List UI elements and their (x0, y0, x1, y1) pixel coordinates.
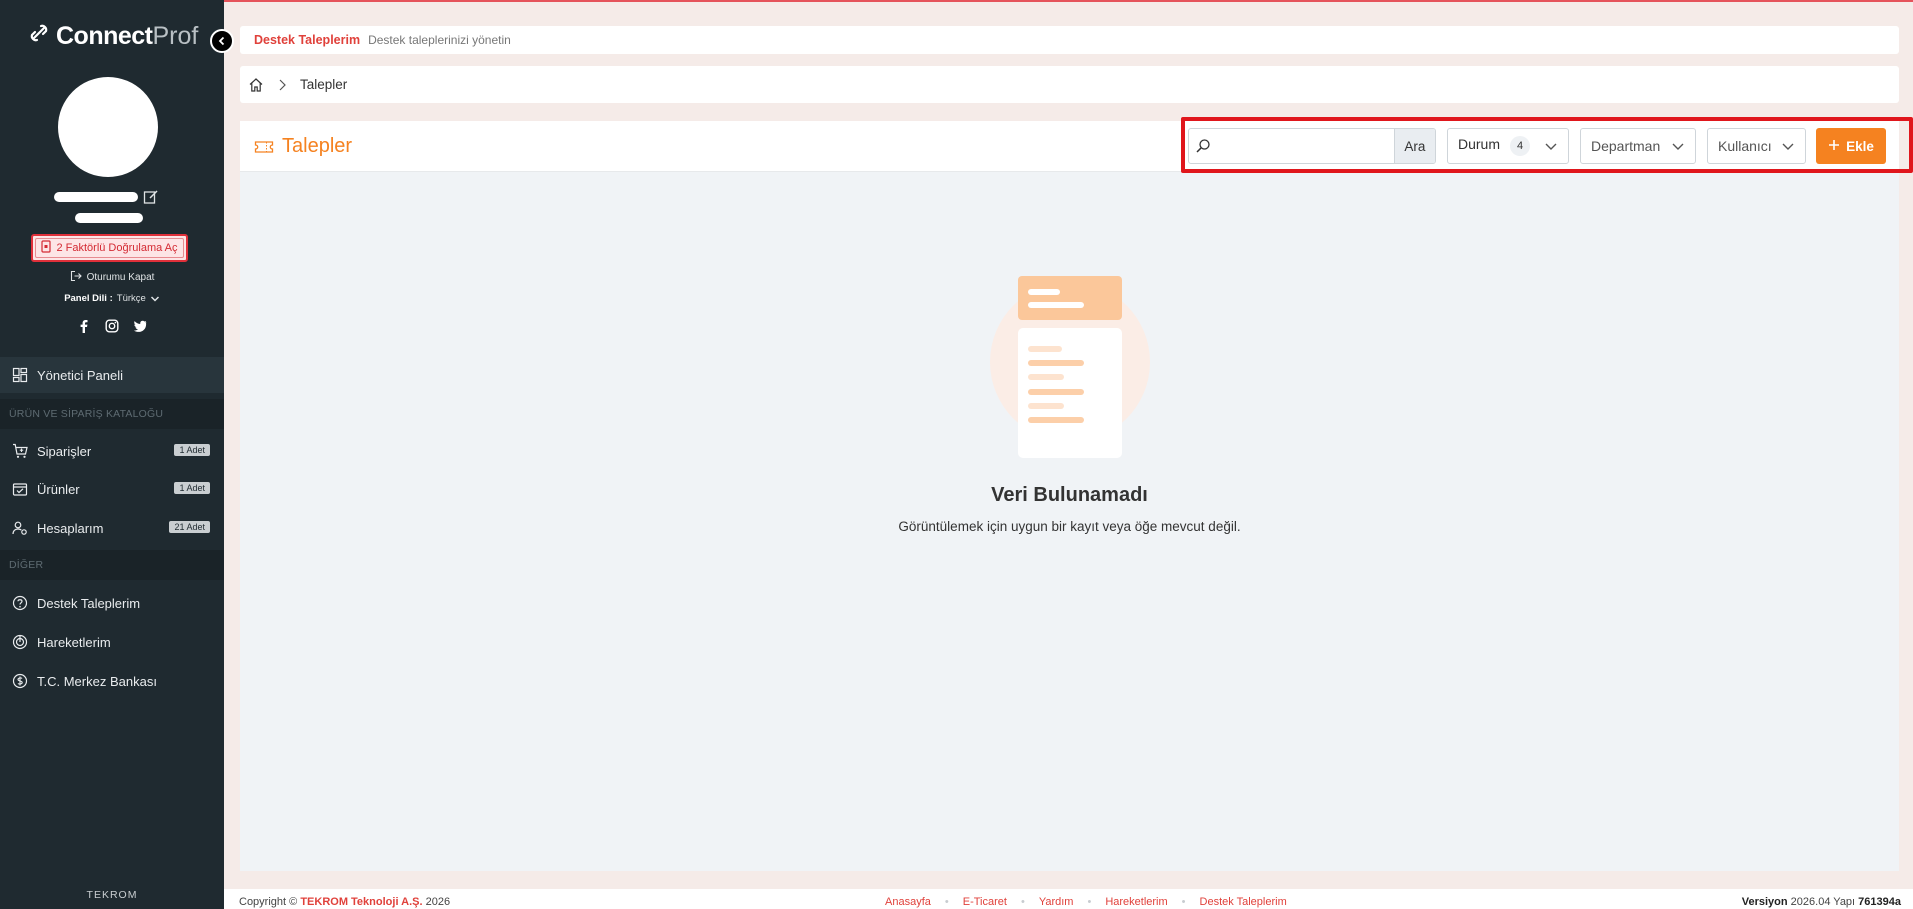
sidebar-item-label: Hesaplarım (37, 520, 104, 536)
home-icon[interactable] (248, 77, 264, 93)
panel-language-label: Panel Dili : (64, 293, 113, 304)
breadcrumb-current: Talepler (300, 77, 348, 92)
facebook-icon[interactable] (77, 319, 91, 333)
avatar[interactable] (58, 77, 158, 177)
sidebar-item-central-bank[interactable]: T.C. Merkez Bankası (0, 663, 224, 699)
chevron-down-icon (1781, 139, 1795, 153)
sidebar-item-support-tickets[interactable]: Destek Taleplerim (0, 585, 224, 621)
user-settings-icon (12, 520, 28, 536)
page-header: Destek Taleplerim Destek taleplerinizi y… (240, 26, 1899, 54)
sidebar-item-label: Siparişler (37, 443, 92, 459)
sidebar-item-label: Ürünler (37, 481, 80, 497)
add-button[interactable]: Ekle (1816, 128, 1886, 164)
chevron-down-icon (1671, 139, 1685, 153)
search-button[interactable]: Ara (1393, 129, 1435, 163)
sidebar-item-label: T.C. Merkez Bankası (37, 673, 157, 689)
social-links (0, 319, 224, 333)
search-group: Ara (1188, 128, 1436, 164)
footer-link-help[interactable]: Yardım (1039, 896, 1074, 908)
brand-name-light: Prof (152, 22, 199, 50)
page-title-text: Talepler (282, 135, 353, 157)
count-badge: 1 Adet (174, 482, 210, 494)
logout-label: Oturumu Kapat (86, 272, 155, 283)
user-filter-dropdown[interactable]: Kullanıcı (1707, 128, 1806, 164)
add-button-label: Ekle (1846, 138, 1874, 154)
footer-company-link[interactable]: TEKROM Teknoloji A.Ş. (300, 896, 422, 908)
sidebar-collapse-button[interactable] (210, 29, 234, 53)
section-label-other: DİĞER (0, 550, 224, 580)
instagram-icon[interactable] (105, 319, 119, 333)
user-filter-label: Kullanıcı (1718, 138, 1772, 154)
enable-2fa-label: 2 Faktörlü Doğrulama Aç (56, 242, 178, 254)
currency-exchange-icon (12, 673, 28, 689)
sidebar-item-label: Destek Taleplerim (37, 595, 141, 611)
footer-link-ecommerce[interactable]: E-Ticaret (963, 896, 1007, 908)
breadcrumb: Talepler (240, 66, 1899, 103)
brand-name-bold: Connect (56, 22, 153, 50)
logout-icon (70, 270, 82, 285)
activity-icon (12, 634, 28, 650)
logout-link[interactable]: Oturumu Kapat (0, 270, 224, 285)
panel-language-selector[interactable]: Panel Dili : Türkçe (0, 293, 224, 304)
status-count-badge: 4 (1510, 136, 1531, 156)
twitter-icon[interactable] (133, 319, 147, 333)
sidebar-item-label: Hareketlerim (37, 634, 111, 650)
footer-link-home[interactable]: Anasayfa (885, 896, 931, 908)
empty-state-title: Veri Bulunamadı (991, 484, 1148, 506)
page-title: Talepler (254, 135, 352, 158)
dashboard-icon (12, 367, 28, 383)
footer-links: Anasayfa • E-Ticaret • Yardım • Hareketl… (885, 896, 1287, 908)
sidebar-item-label: Yönetici Paneli (37, 367, 123, 383)
empty-state-description: Görüntülemek için uygun bir kayıt veya ö… (898, 519, 1241, 534)
panel-language-value: Türkçe (116, 293, 146, 304)
search-input[interactable] (1217, 129, 1394, 163)
status-filter-dropdown[interactable]: Durum 4 (1447, 128, 1569, 164)
connectprof-logo-icon (28, 22, 50, 51)
footer-copyright: Copyright © TEKROM Teknoloji A.Ş. 2026 (239, 896, 451, 908)
edit-profile-icon[interactable] (143, 189, 159, 205)
plus-icon (1828, 139, 1840, 154)
chevron-down-icon (1544, 139, 1558, 153)
logo[interactable]: ConnectProf (28, 22, 198, 51)
user-name-redacted (54, 192, 138, 202)
department-filter-dropdown[interactable]: Departman (1580, 128, 1696, 164)
sidebar-item-orders[interactable]: Siparişler 1 Adet (0, 433, 224, 469)
product-check-icon (12, 481, 28, 497)
footer-link-support[interactable]: Destek Taleplerim (1200, 896, 1287, 908)
department-filter-label: Departman (1591, 138, 1661, 154)
sidebar-item-dashboard[interactable]: Yönetici Paneli (0, 357, 224, 393)
sidebar-item-accounts[interactable]: Hesaplarım 21 Adet (0, 510, 224, 546)
tekrom-brand: TEKROM (86, 889, 138, 901)
help-circle-icon (12, 595, 28, 611)
top-accent-line (224, 0, 1913, 2)
sidebar: ConnectProf 2 Faktörlü Doğrulama Aç Otur… (0, 0, 234, 909)
empty-state-illustration (988, 262, 1152, 462)
user-role-redacted (75, 213, 143, 223)
chevron-left-icon (218, 36, 225, 46)
phone-lock-icon (41, 240, 52, 256)
enable-2fa-button[interactable]: 2 Faktörlü Doğrulama Aç (31, 234, 188, 262)
count-badge: 21 Adet (169, 521, 210, 533)
footer: Copyright © TEKROM Teknoloji A.Ş. 2026 A… (224, 889, 1913, 909)
status-filter-label: Durum (1458, 136, 1501, 152)
header-title: Destek Taleplerim (254, 33, 361, 47)
sidebar-item-transactions[interactable]: Hareketlerim (0, 624, 224, 660)
search-icon (1189, 129, 1218, 163)
sidebar-item-products[interactable]: Ürünler 1 Adet (0, 471, 224, 507)
header-subtitle: Destek taleplerinizi yönetin (368, 33, 511, 47)
section-label-catalog: ÜRÜN VE SİPARİŞ KATALOĞU (0, 399, 224, 429)
chevron-down-icon (150, 295, 159, 302)
ticket-icon (254, 137, 274, 157)
chevron-right-icon (274, 77, 290, 93)
count-badge: 1 Adet (174, 444, 210, 456)
cart-icon (12, 443, 28, 459)
footer-version: Versiyon 2026.04 Yapı 761394a (1741, 896, 1901, 908)
footer-link-transactions[interactable]: Hareketlerim (1105, 896, 1167, 908)
